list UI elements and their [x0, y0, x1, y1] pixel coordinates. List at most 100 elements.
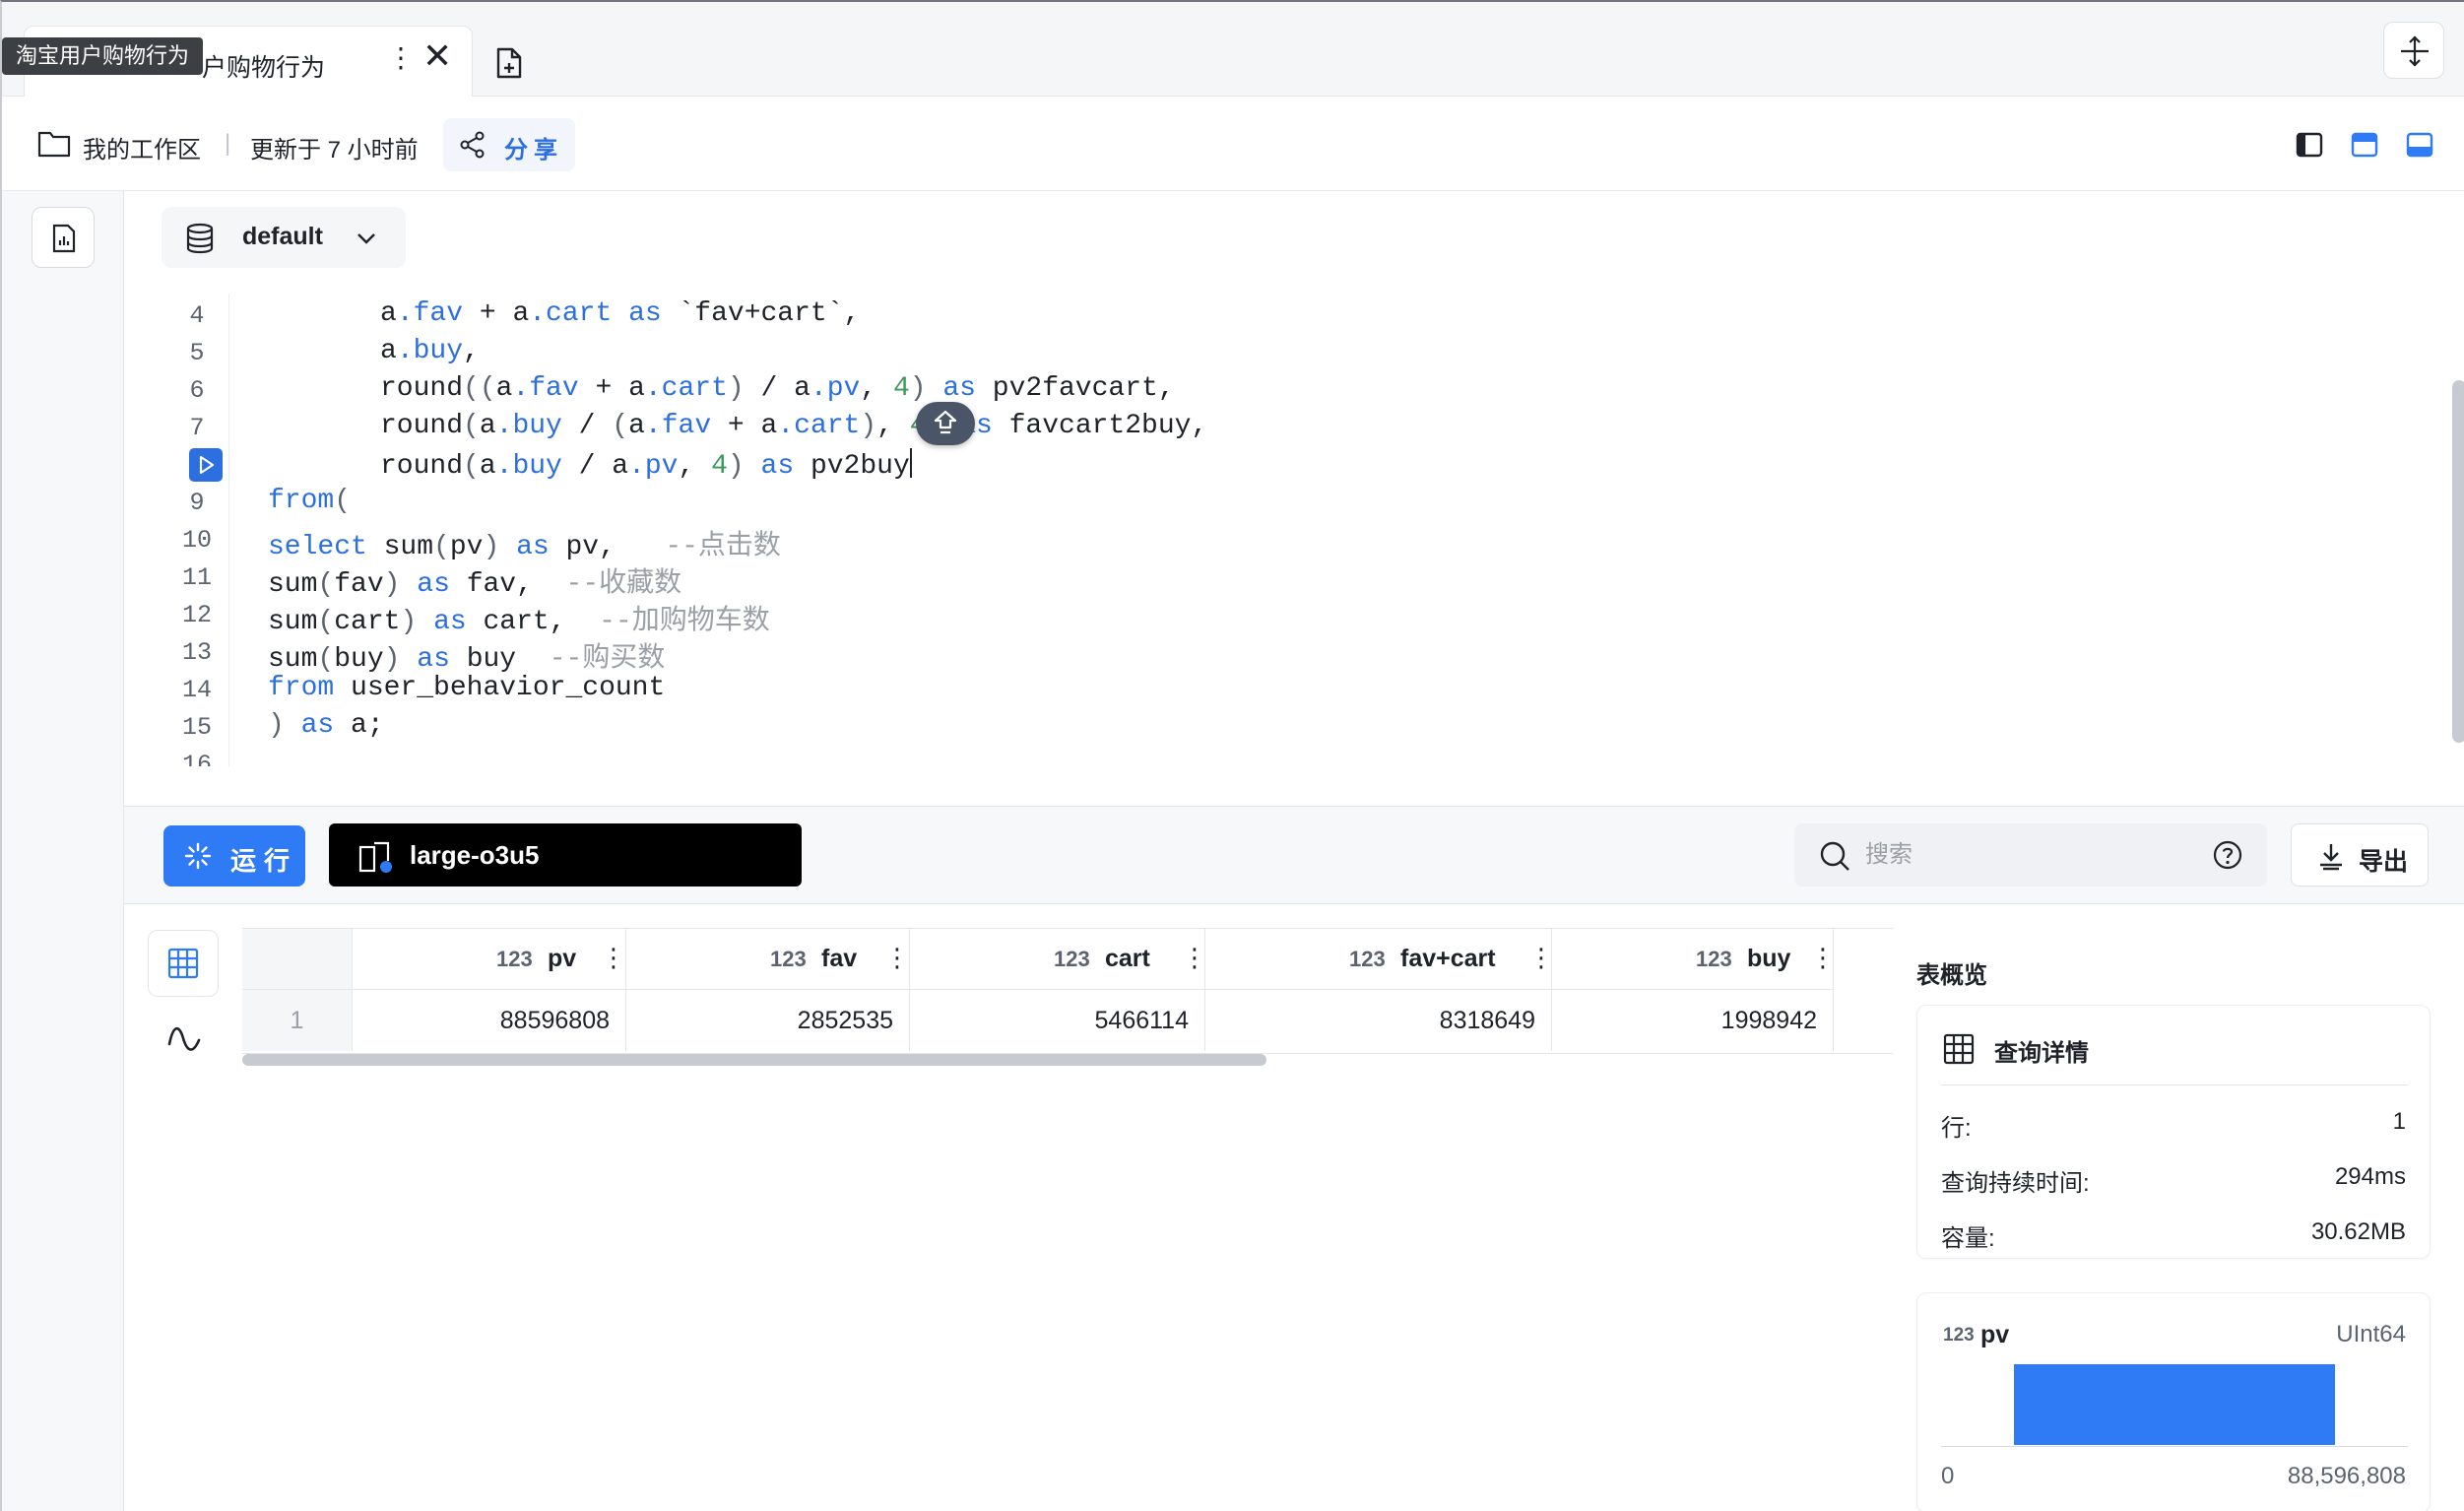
loading-icon — [184, 842, 212, 870]
code-line-11: sum(fav) as fav, --收藏数 — [268, 569, 682, 600]
column-header-buy[interactable]: 123 buy ⋮ — [1552, 929, 1836, 990]
histogram-bar[interactable] — [2014, 1364, 2335, 1445]
line-number: 12 — [181, 601, 212, 629]
collapse-icon — [2401, 35, 2429, 67]
sql-editor[interactable]: 4 5 6 7 9 10 11 12 13 14 15 16 a.fav + a… — [124, 294, 2442, 766]
new-file-icon[interactable] — [488, 43, 528, 83]
column-menu-icon[interactable]: ⋮ — [1182, 945, 1207, 970]
column-profile-card: 123 pv UInt64 0 88,596,808 — [1916, 1292, 2431, 1511]
text-cursor — [909, 448, 912, 478]
play-icon — [199, 455, 215, 475]
column-header-cart[interactable]: 123 cart ⋮ — [910, 929, 1207, 990]
query-details-card: 查询详情 行: 1 查询持续时间: 294ms 容量: 30.62MB — [1916, 1005, 2431, 1259]
column-header-pv[interactable]: 123 pv ⋮ — [353, 929, 626, 990]
line-number: 13 — [181, 638, 212, 667]
code-line-12: sum(cart) as cart, --加购物车数 — [268, 607, 770, 637]
code-line-8: round(a.buy / a.pv, 4) as pv2buy — [380, 448, 912, 482]
card-heading: 查询详情 — [1994, 1040, 2089, 1067]
table-icon — [1943, 1033, 1975, 1065]
code-line-5: a.buy, — [380, 336, 480, 366]
line-number: 11 — [181, 563, 212, 592]
divider — [1941, 1084, 2408, 1085]
table-scrollbar[interactable] — [242, 1054, 1266, 1066]
code-line-13: sum(buy) as buy --购买数 — [268, 644, 666, 675]
layout-bottom-icon[interactable] — [2403, 128, 2436, 162]
chart-wave-icon[interactable] — [165, 1020, 203, 1058]
column-name: pv — [548, 945, 577, 972]
cluster-select[interactable]: large-o3u5 — [329, 823, 802, 887]
column-header-fav-cart[interactable]: 123 fav+cart ⋮ — [1205, 929, 1554, 990]
column-type: 123 — [1943, 1325, 1975, 1346]
code-line-7: round(a.buy / (a.fav + a.cart), 4) as fa… — [380, 411, 1208, 441]
close-icon[interactable]: ✕ — [422, 38, 452, 74]
detail-value: 1 — [2392, 1108, 2406, 1135]
assist-icon — [934, 410, 957, 434]
app-window: 户购物行为 ⋮ ✕ 淘宝用户购物行为 我的工作区 | 更新于 7 小时前 分享 … — [0, 0, 2464, 1511]
detail-label: 行: — [1941, 1115, 1972, 1142]
detail-label: 容量: — [1941, 1225, 1995, 1252]
editor-scrollbar[interactable] — [2452, 380, 2464, 743]
collapse-button[interactable] — [2383, 22, 2444, 79]
line-number: 4 — [189, 301, 205, 330]
run-button[interactable]: 运行 — [163, 825, 305, 887]
export-label: 导出 — [2359, 848, 2409, 876]
table-view-button[interactable] — [148, 930, 219, 997]
line-number: 16 — [181, 751, 212, 766]
column-menu-icon[interactable]: ⋮ — [884, 945, 910, 970]
code-line-15: ) as a; — [268, 710, 384, 741]
column-type: 123 — [1349, 947, 1386, 971]
table-cell[interactable]: 5466114 — [910, 990, 1205, 1051]
search-input[interactable] — [1865, 837, 2200, 873]
divider: | — [225, 130, 231, 157]
line-number: 9 — [189, 489, 205, 517]
line-number: 14 — [181, 676, 212, 704]
search-box — [1794, 823, 2267, 887]
line-number: 15 — [181, 713, 212, 742]
workspace-link[interactable]: 我的工作区 — [83, 130, 201, 164]
column-type: 123 — [496, 947, 533, 971]
table-cell[interactable]: 8318649 — [1205, 990, 1552, 1051]
column-menu-icon[interactable]: ⋮ — [1528, 945, 1554, 970]
code-line-6: round((a.fav + a.cart) / a.pv, 4) as pv2… — [380, 373, 1175, 404]
report-button[interactable] — [32, 207, 95, 268]
tab-more-icon[interactable]: ⋮ — [387, 44, 415, 72]
line-number: 6 — [189, 376, 205, 405]
detail-label: 查询持续时间: — [1941, 1170, 2090, 1197]
layout-sidebar-icon[interactable] — [2293, 128, 2326, 162]
left-rail — [2, 191, 124, 1511]
table-cell[interactable]: 1998942 — [1552, 990, 1834, 1051]
column-header-fav[interactable]: 123 fav ⋮ — [626, 929, 910, 990]
run-label: 运行 — [230, 846, 298, 876]
ai-assist-button[interactable] — [916, 402, 975, 445]
database-icon — [186, 223, 214, 254]
panel-title: 表概览 — [1916, 962, 1987, 989]
column-name: buy — [1747, 945, 1791, 972]
histogram-max: 88,596,808 — [2287, 1463, 2406, 1489]
layout-top-icon[interactable] — [2348, 128, 2381, 162]
histogram-min: 0 — [1941, 1463, 1955, 1489]
export-button[interactable]: 导出 — [2291, 823, 2429, 887]
cluster-name: large-o3u5 — [410, 840, 540, 870]
share-icon — [460, 131, 485, 159]
column-menu-icon[interactable]: ⋮ — [1810, 945, 1836, 970]
database-name: default — [242, 223, 323, 250]
tab-tooltip: 淘宝用户购物行为 — [2, 37, 204, 75]
results-table: 1 123 pv ⋮ 88596808 123 fav ⋮ 2852535 12… — [242, 928, 1893, 1054]
table-cell[interactable]: 2852535 — [626, 990, 910, 1051]
report-icon — [52, 224, 76, 253]
line-number: 5 — [189, 339, 205, 367]
chevron-down-icon — [357, 233, 375, 244]
run-line-button[interactable] — [189, 448, 223, 482]
column-type: 123 — [1696, 947, 1732, 971]
row-index: 1 — [242, 990, 353, 1051]
line-number: 7 — [189, 414, 205, 442]
help-icon[interactable] — [2212, 839, 2243, 871]
folder-icon — [37, 131, 71, 158]
cluster-icon — [358, 841, 392, 873]
database-select[interactable]: default — [162, 207, 406, 268]
updated-status: 更新于 7 小时前 — [250, 137, 419, 164]
detail-value: 294ms — [2334, 1163, 2406, 1190]
column-menu-icon[interactable]: ⋮ — [601, 945, 626, 970]
share-button[interactable]: 分享 — [443, 118, 575, 171]
table-cell[interactable]: 88596808 — [353, 990, 626, 1051]
